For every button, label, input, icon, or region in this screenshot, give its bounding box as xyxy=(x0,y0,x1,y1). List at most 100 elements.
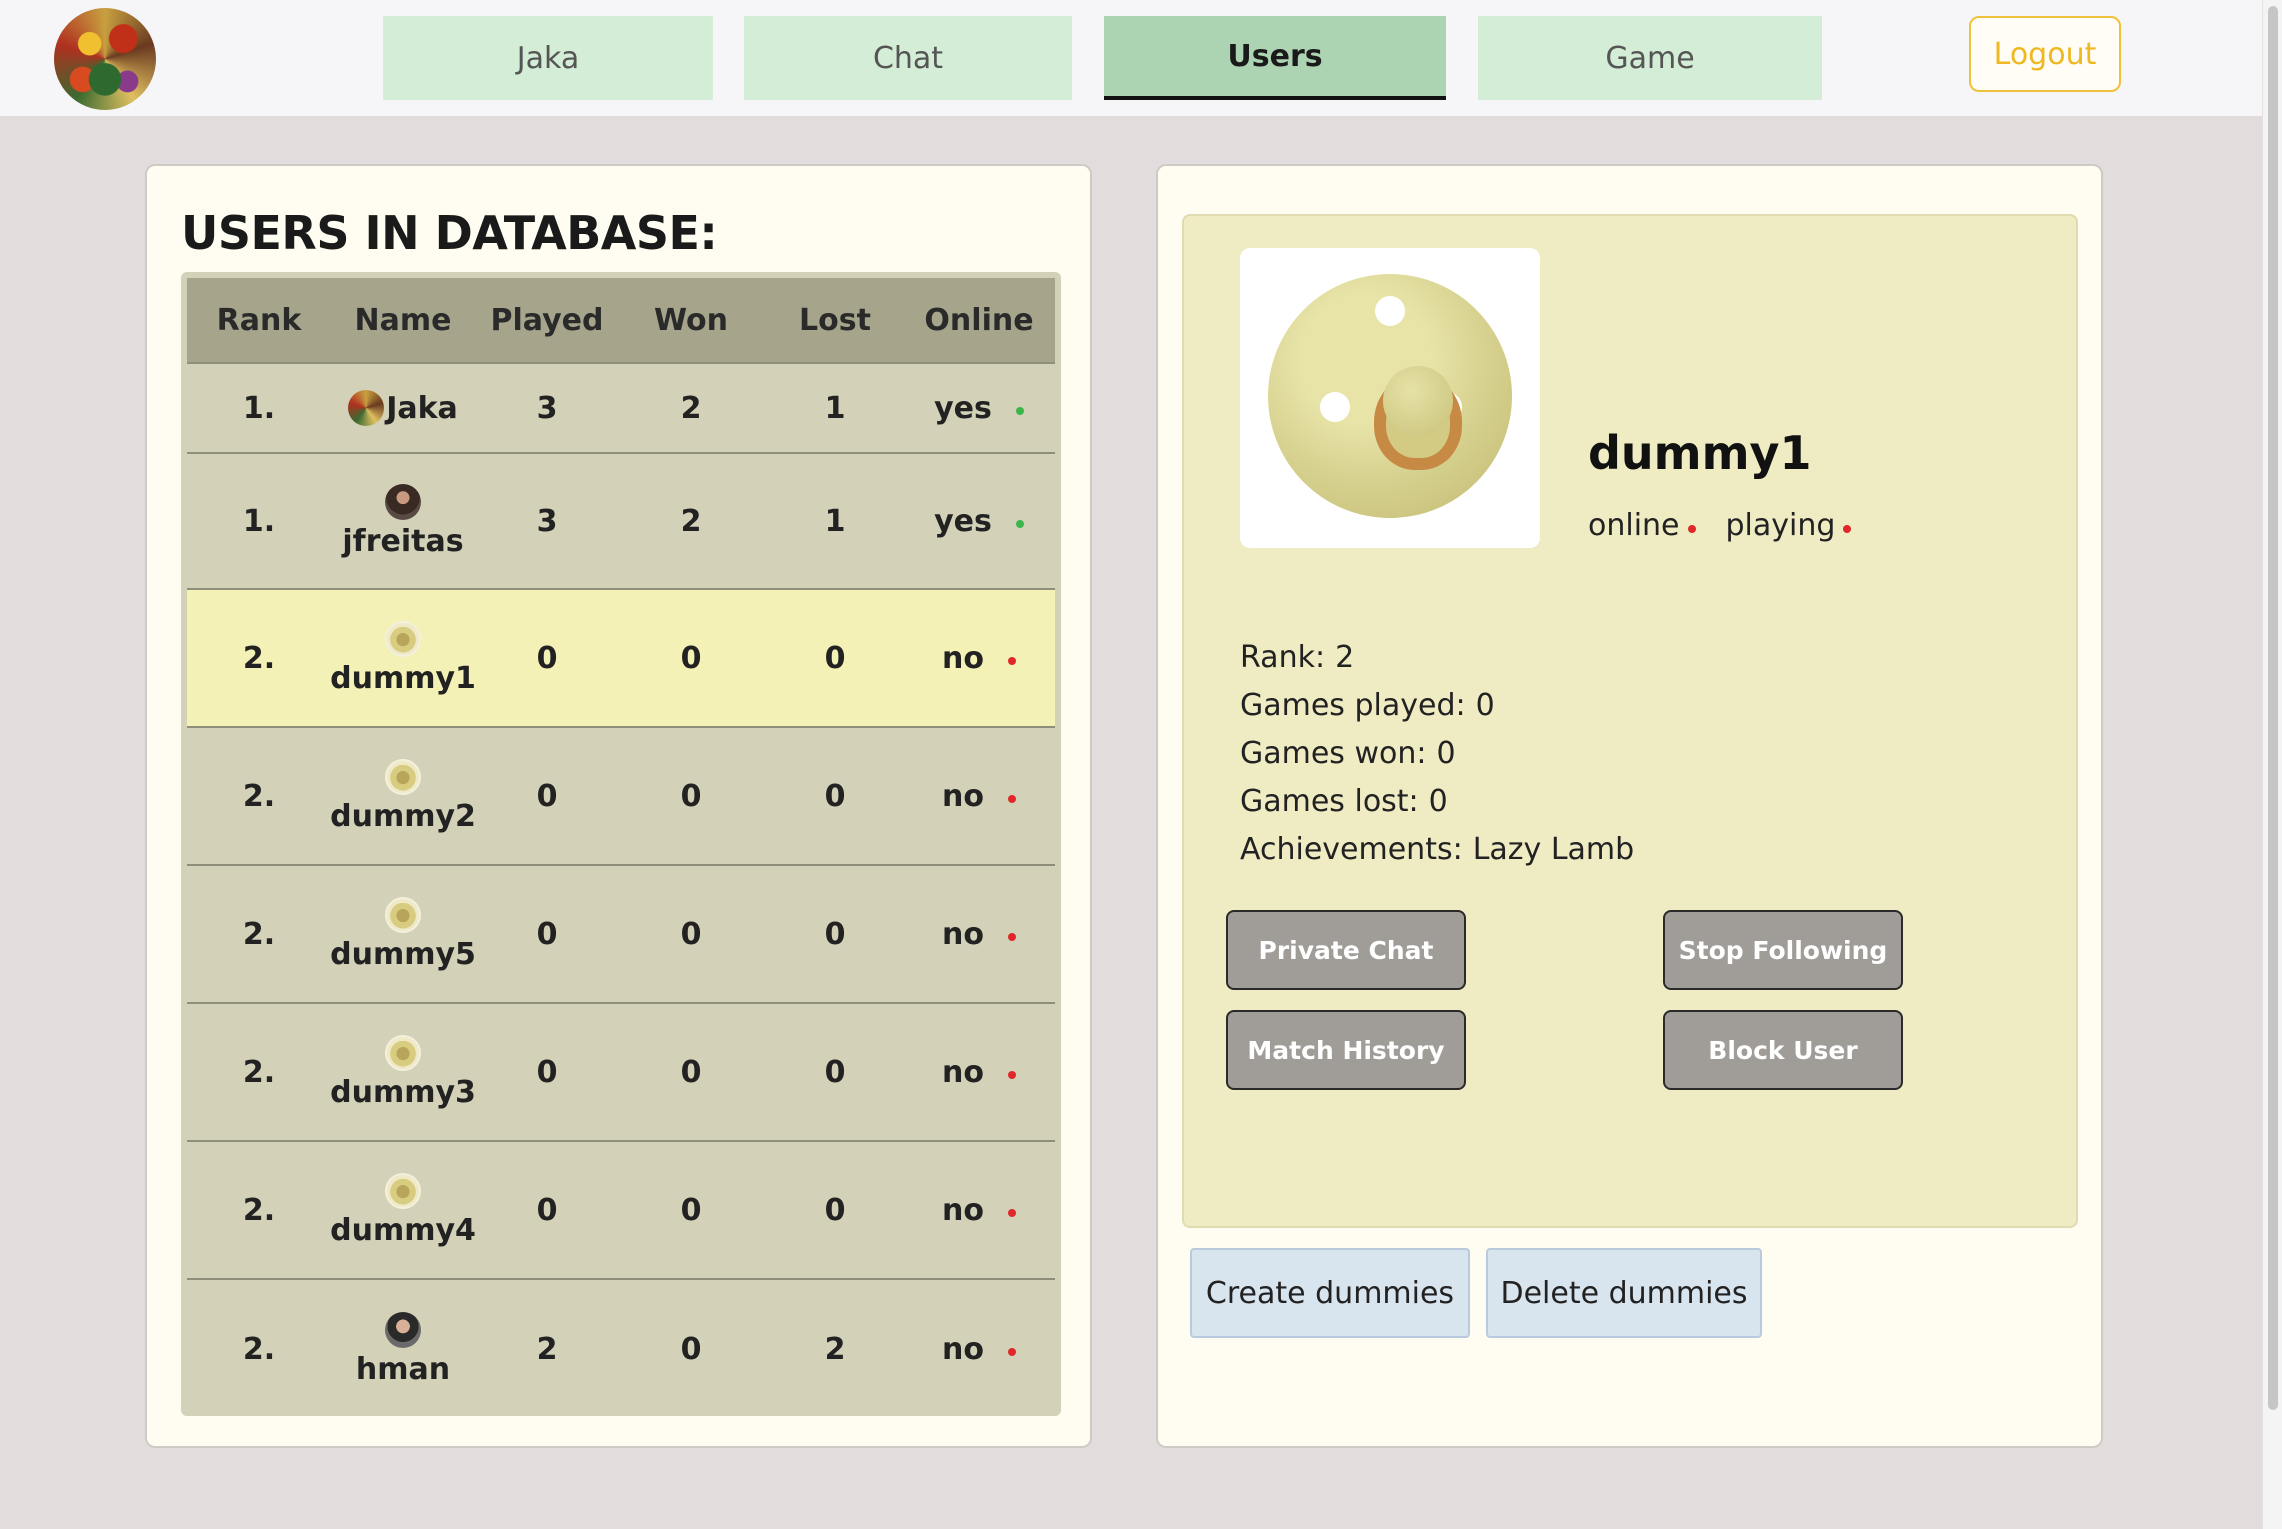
lost-cell: 0 xyxy=(824,778,846,814)
table-row[interactable]: 2. dummy2 0 0 0 no xyxy=(187,728,1055,866)
stat-label: Achievements: xyxy=(1240,832,1463,867)
pacifier-avatar-icon xyxy=(385,1034,421,1071)
online-status-label: yes xyxy=(934,390,992,426)
stop-following-button[interactable]: Stop Following xyxy=(1663,910,1903,990)
column-header-name: Name xyxy=(354,302,452,338)
stat-games-played: Games played: 0 xyxy=(1240,682,1634,730)
online-cell: no xyxy=(907,641,1051,676)
nav-tab-game[interactable]: Game xyxy=(1478,16,1822,100)
nav-tab-chat[interactable]: Chat xyxy=(744,16,1072,100)
table-row[interactable]: 2. dummy4 0 0 0 no xyxy=(187,1142,1055,1280)
profile-status-line: online playing xyxy=(1588,508,1852,543)
played-cell: 0 xyxy=(536,778,558,814)
stat-label: Games lost: xyxy=(1240,784,1419,819)
name-cell: dummy4 xyxy=(330,1172,476,1248)
rank-cell: 1. xyxy=(242,503,276,539)
username-label: dummy1 xyxy=(330,660,476,696)
offline-status-dot-icon xyxy=(1007,1071,1016,1079)
stat-value: 0 xyxy=(1436,736,1456,771)
painting-avatar-icon xyxy=(348,390,385,426)
private-chat-button[interactable]: Private Chat xyxy=(1226,910,1466,990)
offline-status-dot-icon xyxy=(1007,1209,1016,1217)
stat-value: Lazy Lamb xyxy=(1472,832,1635,867)
column-header-lost: Lost xyxy=(799,302,871,338)
stat-achievements: Achievements: Lazy Lamb xyxy=(1240,826,1634,874)
users-section-title: USERS IN DATABASE: xyxy=(181,206,718,260)
played-cell: 0 xyxy=(536,916,558,952)
pacifier-avatar-icon xyxy=(385,1172,421,1209)
stat-games-lost: Games lost: 0 xyxy=(1240,778,1634,826)
table-row-selected[interactable]: 2. dummy1 0 0 0 no xyxy=(187,590,1055,728)
offline-status-dot-icon xyxy=(1007,657,1016,665)
played-cell: 0 xyxy=(536,1192,558,1228)
user-profile-card: dummy1 online playing Rank: 2 Games play… xyxy=(1182,214,2078,1228)
nav-tab-jaka[interactable]: Jaka xyxy=(383,16,713,100)
won-cell: 0 xyxy=(680,778,702,814)
stat-value: 0 xyxy=(1428,784,1448,819)
name-cell: dummy1 xyxy=(330,620,476,696)
username-label: dummy5 xyxy=(330,936,476,972)
online-cell: no xyxy=(907,1193,1051,1228)
pacifier-avatar-icon xyxy=(385,758,421,795)
online-cell: no xyxy=(907,917,1051,952)
logout-button[interactable]: Logout xyxy=(1969,16,2121,92)
app-logo-avatar[interactable] xyxy=(54,8,156,110)
nav-tab-users[interactable]: Users xyxy=(1104,16,1446,100)
table-row[interactable]: 2. dummy5 0 0 0 no xyxy=(187,866,1055,1004)
online-status: online xyxy=(1588,508,1696,543)
table-row[interactable]: 2. hman 2 0 2 no xyxy=(187,1280,1055,1418)
rank-cell: 1. xyxy=(242,390,276,426)
online-cell: yes xyxy=(907,504,1051,539)
online-cell: yes xyxy=(907,391,1051,426)
username-label: dummy4 xyxy=(330,1212,476,1248)
block-user-button[interactable]: Block User xyxy=(1663,1010,1903,1090)
column-header-online: Online xyxy=(924,302,1034,338)
lost-cell: 0 xyxy=(824,640,846,676)
online-status-label: no xyxy=(942,1192,984,1228)
username-label: dummy2 xyxy=(330,798,476,834)
lost-cell: 1 xyxy=(824,390,846,426)
top-navigation-bar: Jaka Chat Users Game Logout xyxy=(0,0,2262,116)
name-cell: jfreitas xyxy=(331,483,475,559)
won-cell: 0 xyxy=(680,1054,702,1090)
won-cell: 2 xyxy=(680,503,702,539)
won-cell: 0 xyxy=(680,640,702,676)
match-history-button[interactable]: Match History xyxy=(1226,1010,1466,1090)
pacifier-avatar-icon xyxy=(385,896,421,933)
pacifier-image-icon xyxy=(1268,274,1512,518)
column-header-won: Won xyxy=(654,302,728,338)
users-panel: USERS IN DATABASE: Rank Name Played Won … xyxy=(145,164,1092,1448)
create-dummies-button[interactable]: Create dummies xyxy=(1190,1248,1470,1338)
online-status-dot-icon xyxy=(1687,524,1696,533)
online-status-dot-icon xyxy=(1015,520,1024,528)
online-status-label: no xyxy=(942,640,984,676)
offline-status-dot-icon xyxy=(1007,933,1016,941)
username-label: Jaka xyxy=(386,390,458,426)
table-row[interactable]: 1. jfreitas 3 2 1 yes xyxy=(187,454,1055,590)
online-status-label: yes xyxy=(934,503,992,539)
table-row[interactable]: 2. dummy3 0 0 0 no xyxy=(187,1004,1055,1142)
name-cell: hman xyxy=(331,1311,475,1387)
offline-status-dot-icon xyxy=(1007,795,1016,803)
lost-cell: 1 xyxy=(824,503,846,539)
delete-dummies-button[interactable]: Delete dummies xyxy=(1486,1248,1762,1338)
profile-stats: Rank: 2 Games played: 0 Games won: 0 Gam… xyxy=(1240,634,1634,874)
online-status-label: no xyxy=(942,1331,984,1367)
online-status-label: no xyxy=(942,778,984,814)
profile-picture xyxy=(1240,248,1540,548)
lost-cell: 0 xyxy=(824,1192,846,1228)
rank-cell: 2. xyxy=(242,778,276,814)
table-row[interactable]: 1. Jaka 3 2 1 yes xyxy=(187,364,1055,454)
played-cell: 2 xyxy=(536,1331,558,1367)
page-scrollbar-thumb[interactable] xyxy=(2268,6,2278,1410)
won-cell: 0 xyxy=(680,1192,702,1228)
playing-status-dot-icon xyxy=(1843,524,1852,533)
online-cell: no xyxy=(907,1055,1051,1090)
profile-username: dummy1 xyxy=(1588,426,1812,480)
played-cell: 3 xyxy=(536,390,558,426)
online-status-label: online xyxy=(1588,508,1680,543)
name-cell: Jaka xyxy=(331,390,475,426)
playing-status-label: playing xyxy=(1725,508,1836,543)
pacifier-avatar-icon xyxy=(385,620,421,657)
online-cell: no xyxy=(907,779,1051,814)
